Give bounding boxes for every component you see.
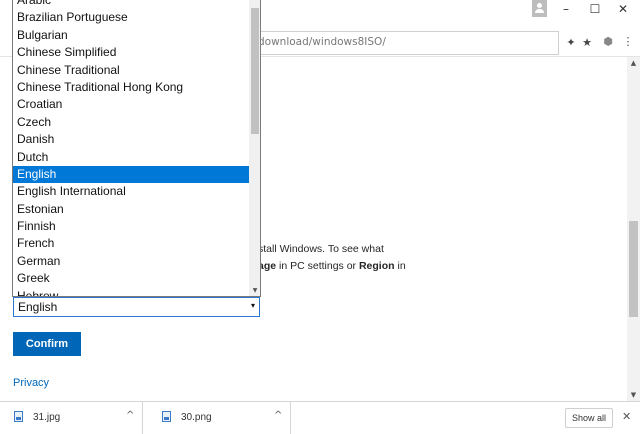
dropdown-option[interactable]: Brazilian Portuguese [13,9,249,26]
language-description: stall Windows. To see what age in PC set… [258,241,458,274]
dropdown-option[interactable]: Croatian [13,96,249,113]
dropdown-option[interactable]: English [13,165,249,184]
page-scrollbar-thumb[interactable] [629,221,638,317]
dropdown-option[interactable]: German [13,253,249,270]
confirm-button[interactable]: Confirm [13,332,81,356]
scroll-up-icon[interactable]: ▲ [627,57,640,69]
dropdown-option[interactable]: Czech [13,114,249,131]
language-dropdown-list[interactable]: Arabic Brazilian Portuguese Bulgarian Chine… [12,0,261,297]
dropdown-option[interactable]: Chinese Traditional Hong Kong [13,79,249,96]
address-bar[interactable]: download/windows8ISO/ ✦ ★ [254,31,592,55]
desc-mid: in PC settings or [276,259,359,272]
extension-cube-icon[interactable]: ⬢ [602,36,614,48]
dropdown-option[interactable]: Chinese Traditional [13,62,249,79]
dropdown-options: Arabic Brazilian Portuguese Bulgarian Chine… [13,0,249,296]
download-filename[interactable]: 30.png [181,412,212,423]
chevron-up-icon[interactable]: ^ [274,410,282,421]
show-all-button[interactable]: Show all [565,408,613,428]
dropdown-option[interactable]: Arabic [13,0,249,9]
download-item[interactable]: 30.png ^ [148,402,291,434]
image-file-icon [14,411,23,422]
chevron-up-icon[interactable]: ^ [126,410,134,421]
menu-icon[interactable]: ⋮ [622,36,634,48]
download-item[interactable]: 31.jpg ^ [0,402,143,434]
maximize-button[interactable]: ☐ [585,2,605,16]
desc-line-1: stall Windows. To see what [258,243,384,255]
close-icon[interactable]: ✕ [622,410,631,423]
url-text[interactable]: download/windows8ISO/ [258,36,386,48]
language-select[interactable]: English ▾ [13,297,260,317]
download-bar: 31.jpg ^ 30.png ^ Show all ✕ [0,401,640,434]
image-file-icon [162,411,171,422]
dropdown-scroll-down-icon[interactable]: ▼ [249,286,260,296]
profile-icon[interactable] [532,0,547,17]
dropdown-option[interactable]: Finnish [13,218,249,235]
dropdown-option[interactable]: Dutch [13,149,249,166]
star-icon[interactable]: ★ [581,37,593,49]
close-window-button[interactable]: ✕ [613,2,633,16]
dropdown-option[interactable]: Hebrew [13,288,249,296]
language-select-value: English [18,300,58,314]
dropdown-option[interactable]: English International [13,183,249,200]
dropdown-option[interactable]: Bulgarian [13,27,249,44]
dropdown-option[interactable]: French [13,235,249,252]
dropdown-option[interactable]: Estonian [13,201,249,218]
privacy-link[interactable]: Privacy [13,377,49,389]
desc-end: in [394,259,406,272]
dropdown-option[interactable]: Greek [13,270,249,287]
dropdown-scrollbar-thumb[interactable] [251,8,259,134]
puzzle-icon[interactable]: ✦ [565,37,577,49]
dropdown-scrollbar[interactable]: ▼ [249,0,260,296]
chevron-down-icon: ▾ [250,301,255,310]
scroll-down-icon[interactable]: ▼ [627,389,640,401]
desc-bold-region: Region [358,259,395,272]
dropdown-option[interactable]: Danish [13,131,249,148]
minimize-button[interactable]: – [556,2,576,16]
download-filename[interactable]: 31.jpg [33,412,60,423]
page-scrollbar[interactable]: ▲ ▼ [627,57,640,401]
dropdown-option[interactable]: Chinese Simplified [13,44,249,61]
